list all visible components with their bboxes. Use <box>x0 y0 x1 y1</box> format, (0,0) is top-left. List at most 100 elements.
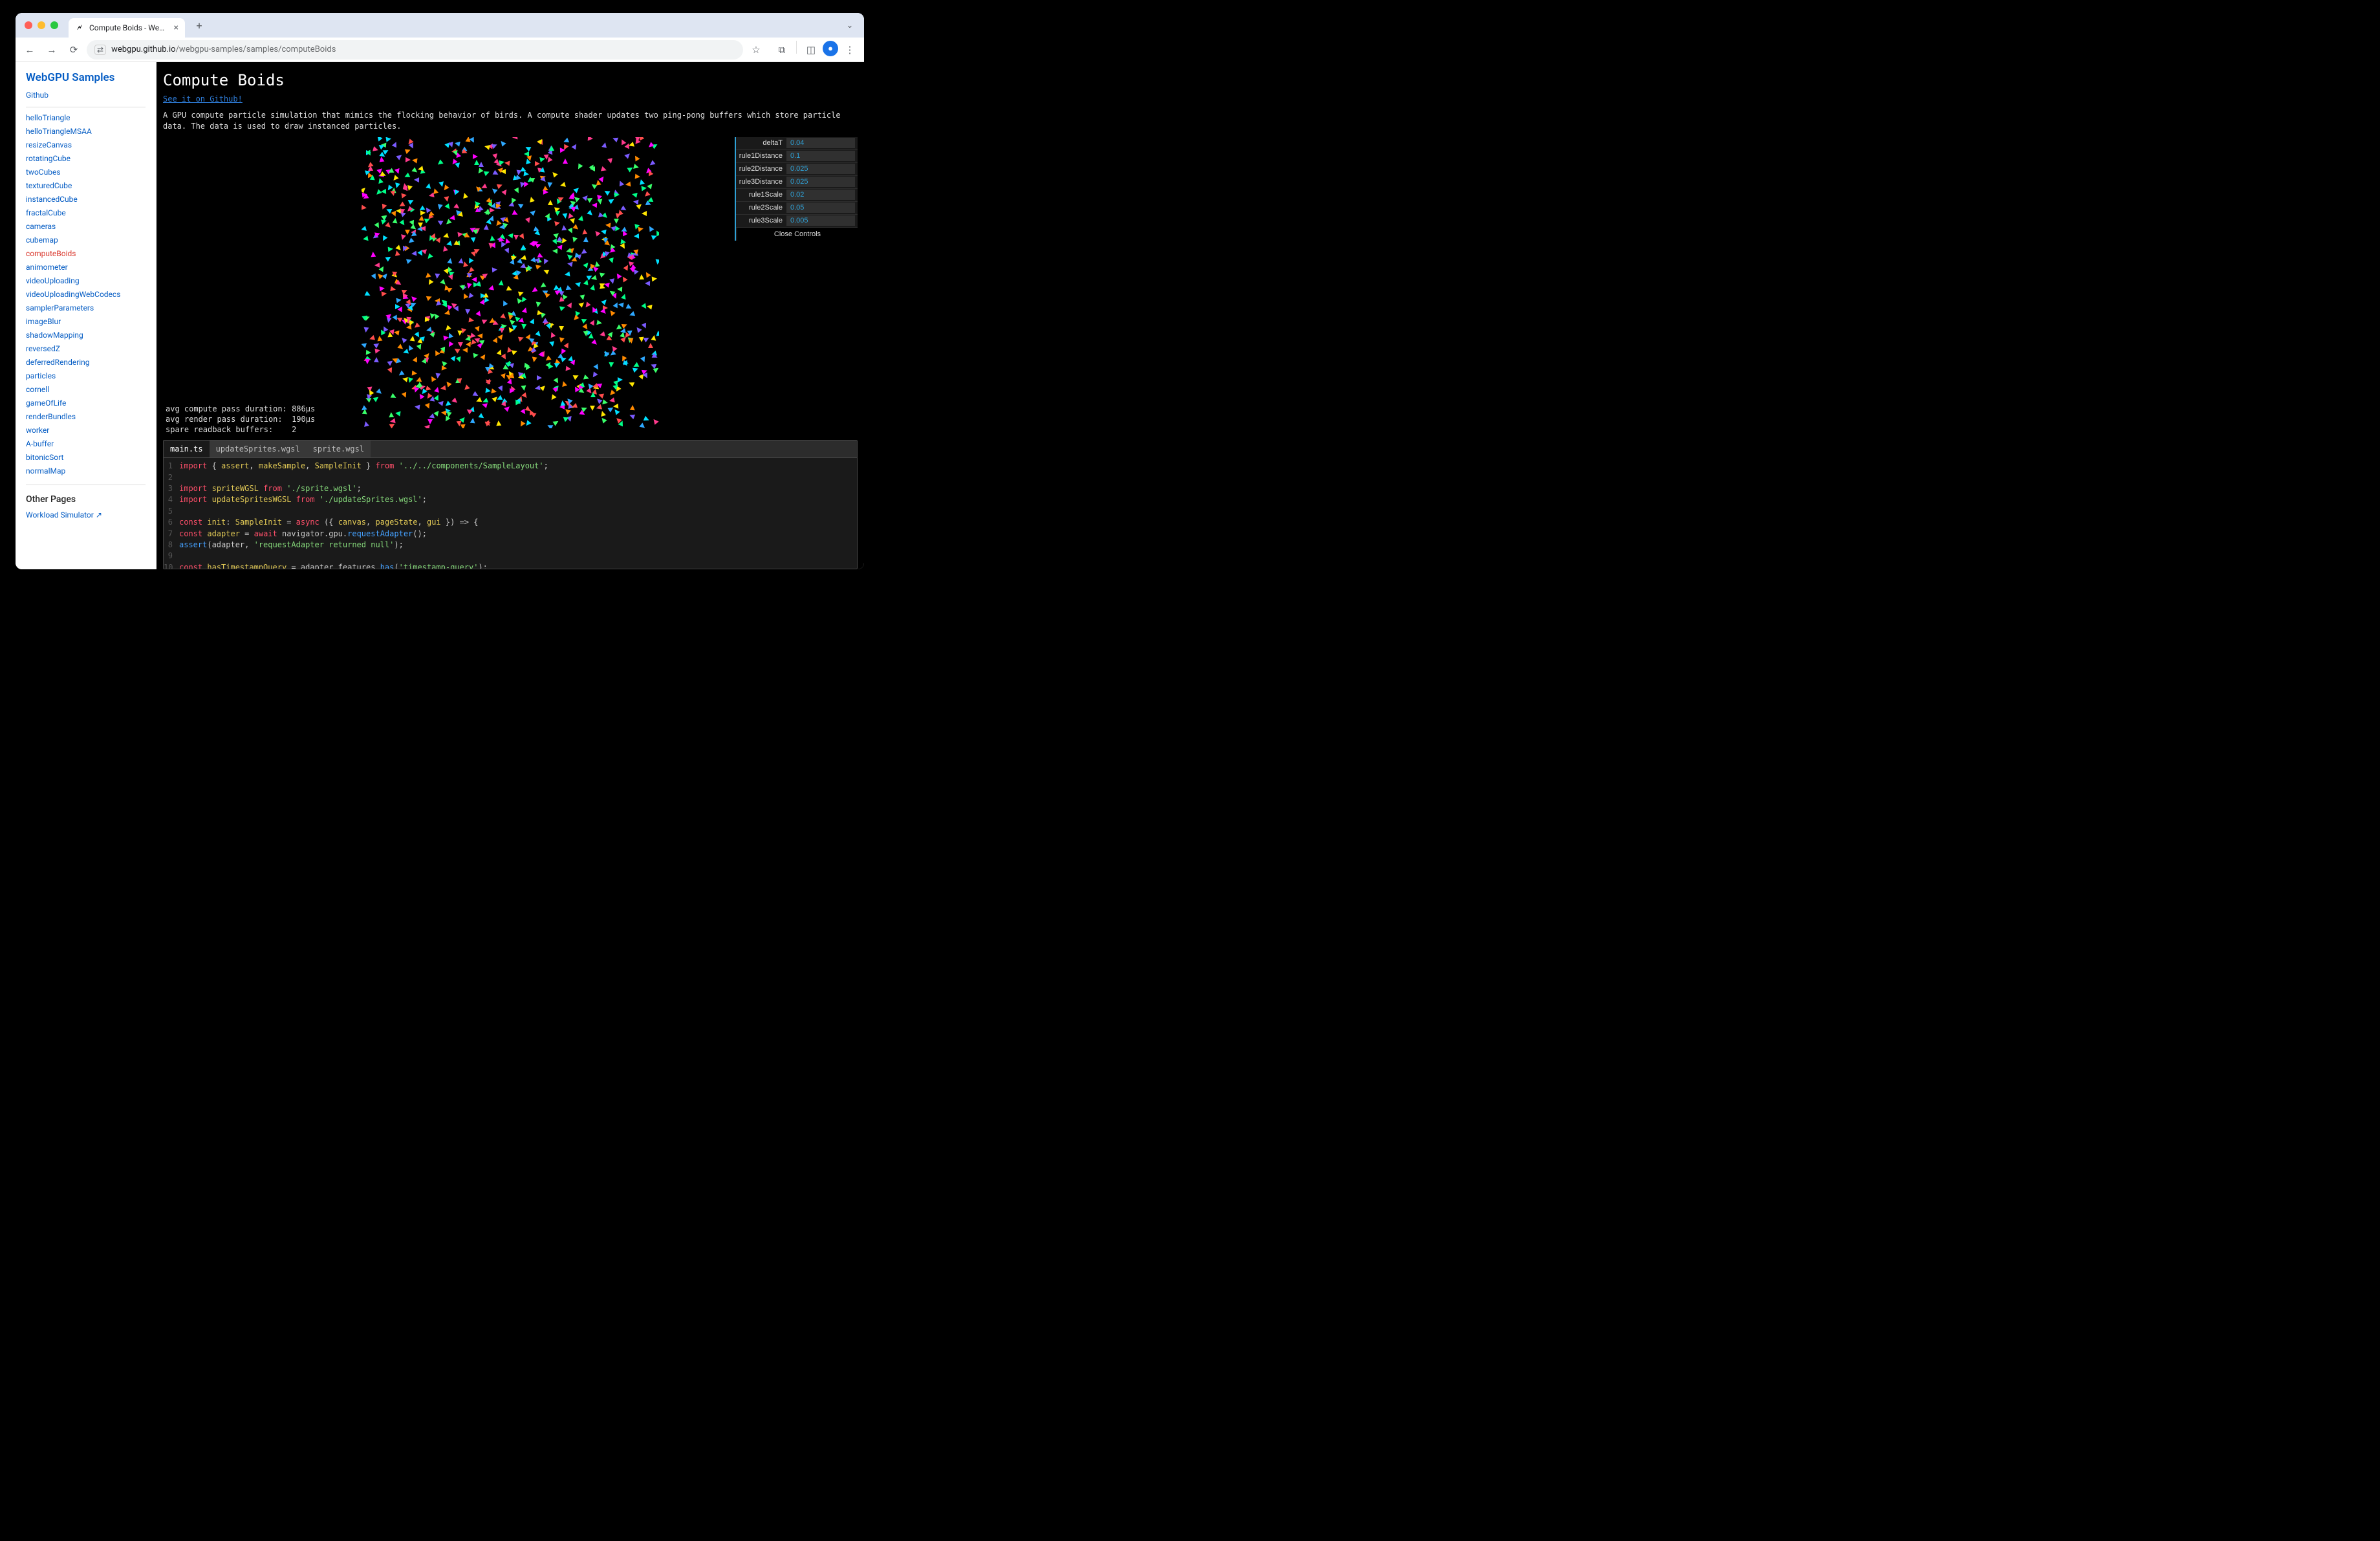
reload-button[interactable]: ⟳ <box>65 41 83 59</box>
sidebar-item-renderBundles[interactable]: renderBundles <box>26 412 76 421</box>
gui-label: rule2Scale <box>736 204 786 212</box>
sidebar-item-deferredRendering[interactable]: deferredRendering <box>26 358 90 367</box>
window-zoom-icon[interactable] <box>50 21 58 29</box>
gui-value-input[interactable]: 0.025 <box>786 177 855 187</box>
sidebar-item-animometer[interactable]: animometer <box>26 263 68 272</box>
gui-value-input[interactable]: 0.005 <box>786 215 855 226</box>
sidebar-other-list: Workload Simulator ↗ <box>26 508 146 522</box>
sidebar-item-videoUploading[interactable]: videoUploading <box>26 276 80 285</box>
extensions-icon[interactable]: ⧉ <box>773 41 791 59</box>
canvas-region: deltaT0.04rule1Distance0.1rule2Distance0… <box>163 137 858 428</box>
sidebar-item-cornell[interactable]: cornell <box>26 385 49 394</box>
page-content: WebGPU Samples Github helloTrianglehello… <box>16 62 864 569</box>
sidepanel-icon[interactable]: ◫ <box>802 41 820 59</box>
sidebar-item-twoCubes[interactable]: twoCubes <box>26 168 61 177</box>
gui-row-rule1Distance[interactable]: rule1Distance0.1 <box>736 150 858 163</box>
menu-kebab-icon[interactable]: ⋮ <box>841 41 859 59</box>
browser-toolbar: ← → ⟳ ⇄ webgpu.github.io/webgpu-samples/… <box>16 38 864 62</box>
sidebar-item-A-buffer[interactable]: A-buffer <box>26 439 54 448</box>
tab-close-icon[interactable]: × <box>174 23 178 32</box>
gui-value-input[interactable]: 0.1 <box>786 151 855 161</box>
code-line: 6const init: SampleInit = async ({ canva… <box>164 517 857 528</box>
code-line: 10 const hasTimestampQuery = adapter.fea… <box>164 562 857 569</box>
sidebar-item-helloTriangleMSAA[interactable]: helloTriangleMSAA <box>26 127 92 136</box>
gui-label: rule1Scale <box>736 191 786 199</box>
favicon-icon: 🗲 <box>75 23 84 32</box>
sidebar-item-computeBoids[interactable]: computeBoids <box>26 249 76 258</box>
browser-tabstrip: 🗲 Compute Boids - WebGPU S × + ⌄ <box>16 13 864 38</box>
main-panel: Compute Boids See it on Github! A GPU co… <box>157 62 864 569</box>
sidebar-title[interactable]: WebGPU Samples <box>26 71 146 84</box>
sidebar-item-texturedCube[interactable]: texturedCube <box>26 181 72 190</box>
page-description: A GPU compute particle simulation that m… <box>163 110 858 132</box>
sidebar-list: helloTriangle helloTriangleMSAA resizeCanv… <box>26 111 146 478</box>
code-line: 7 const adapter = await navigator.gpu.re… <box>164 529 857 540</box>
window-minimize-icon[interactable] <box>38 21 45 29</box>
gui-value-input[interactable]: 0.02 <box>786 190 855 200</box>
code-line: 4import updateSpritesWGSL from './update… <box>164 494 857 505</box>
new-tab-button[interactable]: + <box>190 16 208 34</box>
sidebar-item-samplerParameters[interactable]: samplerParameters <box>26 303 94 312</box>
forward-button[interactable]: → <box>43 41 61 59</box>
gui-label: rule3Distance <box>736 178 786 186</box>
window-close-icon[interactable] <box>25 21 32 29</box>
code-tabs: main.tsupdateSprites.wgslsprite.wgsl <box>164 441 857 458</box>
gui-label: rule1Distance <box>736 152 786 160</box>
gui-row-rule2Distance[interactable]: rule2Distance0.025 <box>736 163 858 176</box>
omnibox[interactable]: ⇄ webgpu.github.io/webgpu-samples/sample… <box>87 40 743 60</box>
gui-row-rule1Scale[interactable]: rule1Scale0.02 <box>736 189 858 202</box>
gui-row-rule3Scale[interactable]: rule3Scale0.005 <box>736 215 858 228</box>
gui-label: deltaT <box>736 139 786 147</box>
sidebar-item-gameOfLife[interactable]: gameOfLife <box>26 399 66 408</box>
gui-row-rule2Scale[interactable]: rule2Scale0.05 <box>736 202 858 215</box>
sidebar-item-bitonicSort[interactable]: bitonicSort <box>26 453 63 462</box>
sidebar-item-videoUploadingWebCodecs[interactable]: videoUploadingWebCodecs <box>26 290 120 299</box>
gui-close-button[interactable]: Close Controls <box>737 228 858 241</box>
code-line: 9 <box>164 551 857 562</box>
code-tab-sprite.wgsl[interactable]: sprite.wgsl <box>307 441 371 457</box>
code-area[interactable]: 1import { assert, makeSample, SampleInit… <box>164 458 857 569</box>
sidebar-github-link[interactable]: Github <box>26 91 49 100</box>
browser-tab[interactable]: 🗲 Compute Boids - WebGPU S × <box>69 18 185 38</box>
gui-label: rule3Scale <box>736 217 786 224</box>
gui-value-input[interactable]: 0.04 <box>786 138 855 148</box>
code-tab-updateSprites.wgsl[interactable]: updateSprites.wgsl <box>210 441 307 457</box>
sidebar-item-particles[interactable]: particles <box>26 371 56 380</box>
code-panel: main.tsupdateSprites.wgslsprite.wgsl 1im… <box>163 440 858 569</box>
sidebar-item-imageBlur[interactable]: imageBlur <box>26 317 61 326</box>
gui-label: rule2Distance <box>736 165 786 173</box>
code-line: 8 assert(adapter, 'requestAdapter return… <box>164 540 857 551</box>
sidebar: WebGPU Samples Github helloTrianglehello… <box>16 62 157 569</box>
code-tab-main.ts[interactable]: main.ts <box>164 441 210 457</box>
sidebar-item-fractalCube[interactable]: fractalCube <box>26 208 66 217</box>
back-button[interactable]: ← <box>21 41 39 59</box>
tab-title: Compute Boids - WebGPU S <box>89 23 169 32</box>
sidebar-item-cubemap[interactable]: cubemap <box>26 235 58 245</box>
sidebar-item-resizeCanvas[interactable]: resizeCanvas <box>26 140 72 149</box>
profile-avatar[interactable]: ● <box>823 41 838 56</box>
sidebar-item-Workload Simulator ↗[interactable]: Workload Simulator ↗ <box>26 510 102 519</box>
site-info-icon[interactable]: ⇄ <box>94 45 106 55</box>
sidebar-item-shadowMapping[interactable]: shadowMapping <box>26 331 83 340</box>
sidebar-item-worker[interactable]: worker <box>26 426 49 435</box>
url-domain: webgpu.github.io <box>111 45 176 54</box>
toolbar-right: ⧉ ◫ ● ⋮ <box>769 41 859 59</box>
url-path: /webgpu-samples/samples/computeBoids <box>176 45 336 54</box>
sidebar-item-rotatingCube[interactable]: rotatingCube <box>26 154 70 163</box>
window-traffic-lights <box>22 21 63 29</box>
sidebar-other-heading: Other Pages <box>26 494 146 505</box>
sidebar-item-instancedCube[interactable]: instancedCube <box>26 195 78 204</box>
sidebar-item-cameras[interactable]: cameras <box>26 222 56 231</box>
sidebar-item-helloTriangle[interactable]: helloTriangle <box>26 113 70 122</box>
gui-value-input[interactable]: 0.05 <box>786 202 855 213</box>
code-line: 5 <box>164 506 857 517</box>
sidebar-item-normalMap[interactable]: normalMap <box>26 466 65 475</box>
gui-value-input[interactable]: 0.025 <box>786 164 855 174</box>
bookmark-star-icon[interactable]: ☆ <box>747 41 765 59</box>
code-line: 3import spriteWGSL from './sprite.wgsl'; <box>164 483 857 494</box>
tab-overflow-icon[interactable]: ⌄ <box>842 17 858 33</box>
github-source-link[interactable]: See it on Github! <box>163 94 858 104</box>
gui-row-rule3Distance[interactable]: rule3Distance0.025 <box>736 176 858 189</box>
sidebar-item-reversedZ[interactable]: reversedZ <box>26 344 60 353</box>
gui-row-deltaT[interactable]: deltaT0.04 <box>736 137 858 150</box>
